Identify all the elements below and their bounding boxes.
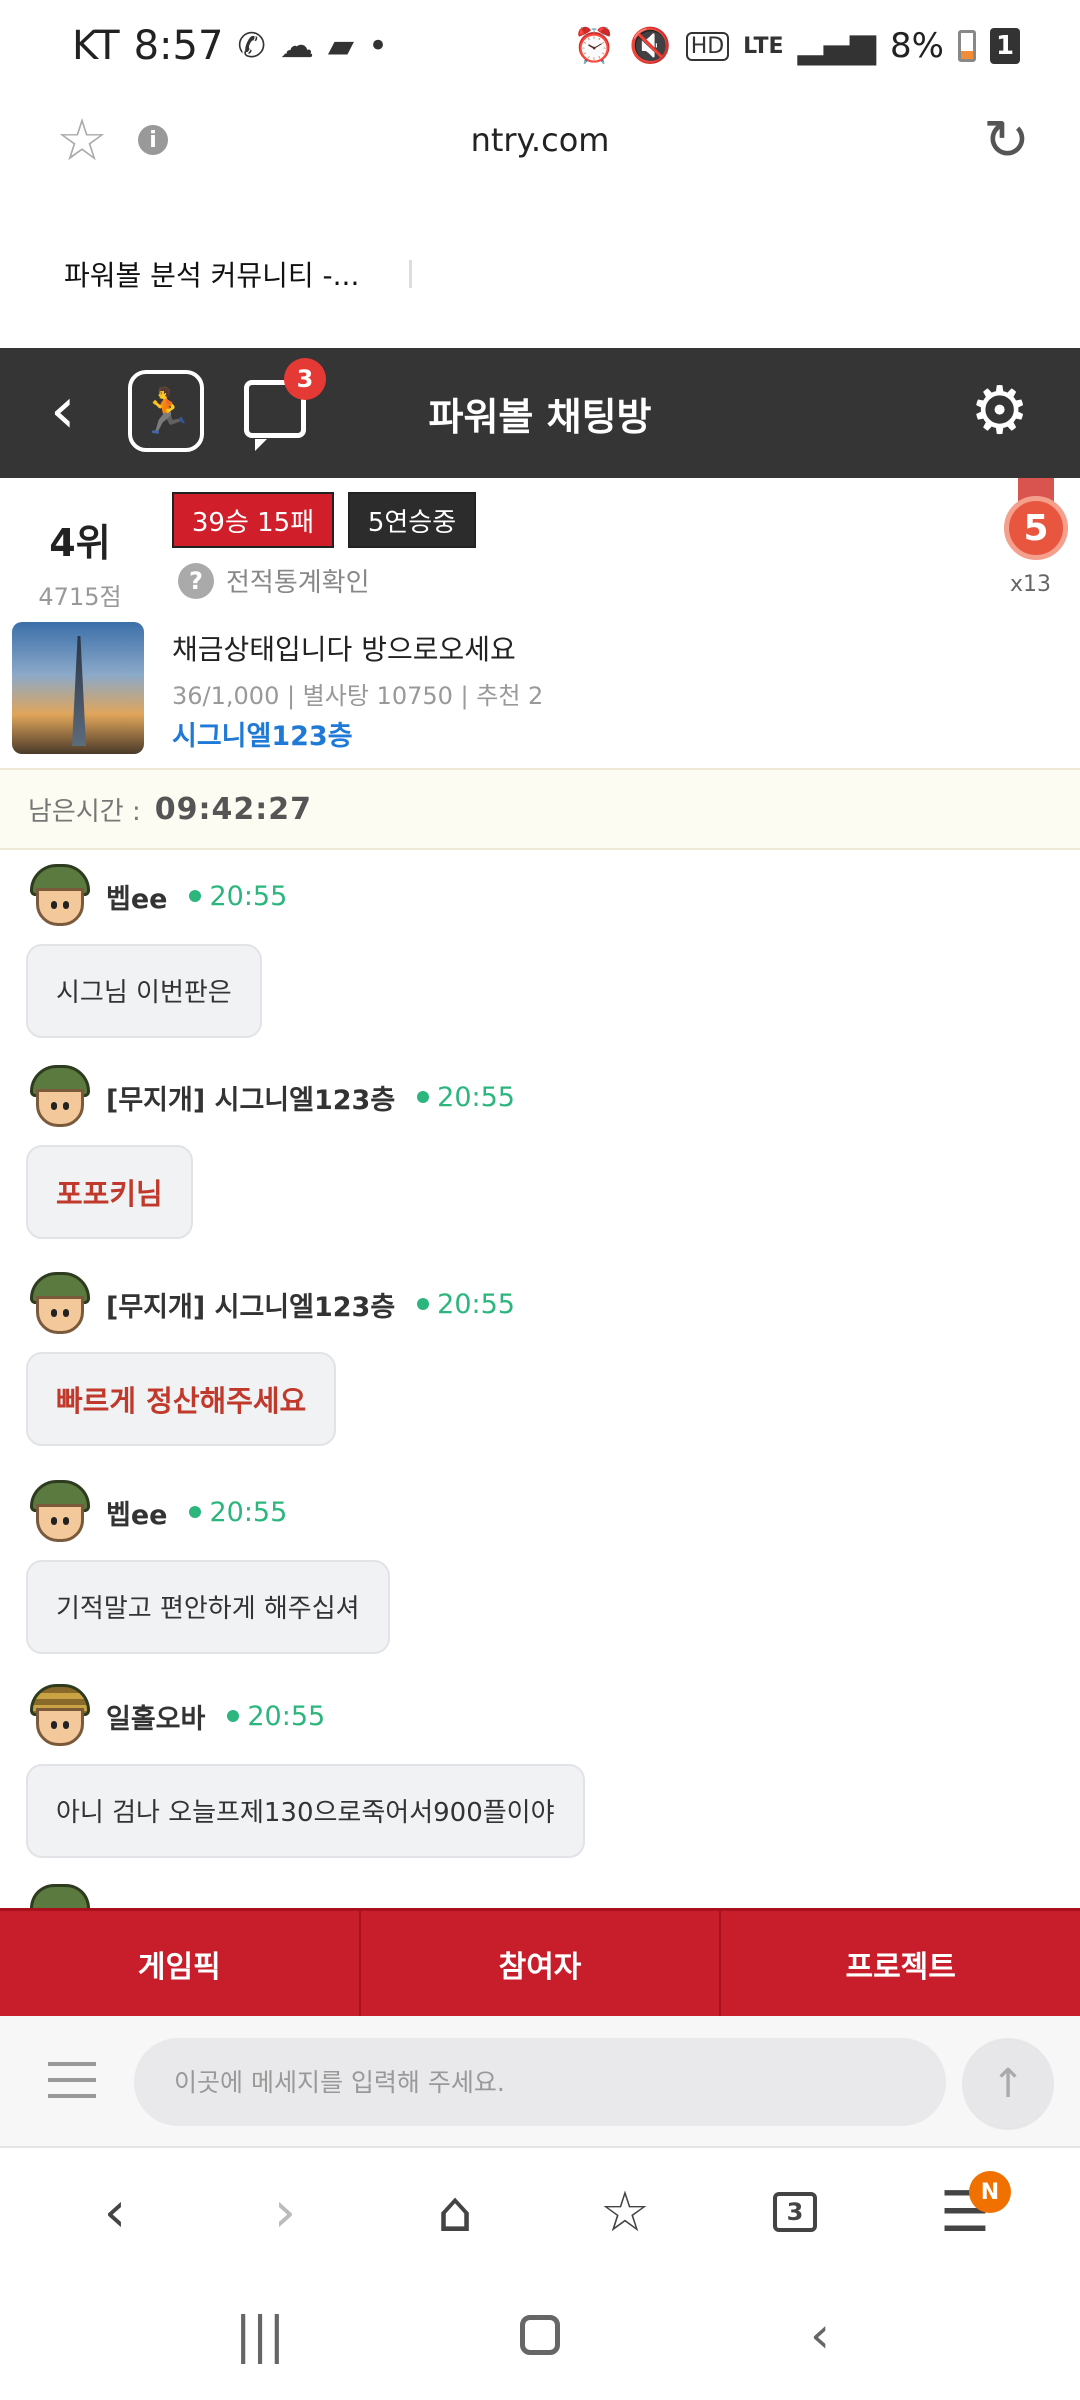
stats-link-label: 전적통계확인 bbox=[226, 568, 370, 598]
avatar[interactable] bbox=[26, 1065, 94, 1129]
message-nick[interactable]: 일홀오바 bbox=[106, 1697, 205, 1736]
status-bar: KT 8:57 ✆ ☁ ▰ • ⏰ 🔇 HD LTE ▂▄▆ 8% 1 bbox=[0, 0, 1080, 92]
app-header: ‹ 🏃 3 파워볼 채팅방 ⚙ bbox=[0, 348, 1080, 478]
timer-label: 남은시간 : bbox=[28, 796, 141, 827]
back-arrow-icon[interactable]: ‹ bbox=[50, 376, 76, 446]
chat-message: 벱ee 20:55 기적말고 편안하게 해주십셔 bbox=[26, 1480, 1066, 1654]
message-bubble: 기적말고 편안하게 해주십셔 bbox=[26, 1560, 390, 1654]
rank-block: 4위 4715점 bbox=[38, 512, 122, 612]
record-badge: 39승 15패 bbox=[172, 492, 334, 548]
chat-message: 벱ee 20:55 시그님 이번판은 bbox=[26, 864, 1066, 1038]
hd-icon: HD bbox=[685, 31, 730, 61]
room-meta: 36/1,000 | 별사탕 10750 | 추천 2 bbox=[172, 682, 544, 710]
reload-icon[interactable]: ↻ bbox=[983, 108, 1030, 173]
message-input-bar: ↑ bbox=[0, 2016, 1080, 2148]
message-time: 20:55 bbox=[247, 1700, 326, 1732]
battery-icon bbox=[958, 30, 976, 62]
notification-count-badge: 1 bbox=[990, 28, 1020, 64]
volte-icon: ✆ bbox=[237, 26, 266, 66]
site-info-icon[interactable]: i bbox=[138, 125, 168, 155]
message-time: 20:55 bbox=[209, 880, 288, 912]
avatar[interactable] bbox=[26, 864, 94, 928]
message-time: 20:55 bbox=[437, 1288, 515, 1320]
tab-game-pick[interactable]: 게임픽 bbox=[0, 1911, 361, 2016]
message-nick[interactable]: [무지개] 시그니엘123층 bbox=[106, 1285, 395, 1324]
system-nav-bar: ||| ‹ bbox=[0, 2290, 1080, 2380]
browser-nav-bar: ‹ › ⌂ ☆ 3 ☰ N bbox=[0, 2150, 1080, 2274]
message-bubble: 포포키님 bbox=[26, 1145, 193, 1239]
chat-message: [무지개] 시그니엘123층 20:55 포포키님 bbox=[26, 1065, 1066, 1239]
message-nick[interactable]: 벱ee bbox=[106, 1493, 167, 1532]
message-bubble: 시그님 이번판은 bbox=[26, 944, 262, 1038]
note-icon: ▰ bbox=[327, 26, 355, 66]
medal-count: x13 bbox=[1010, 572, 1052, 597]
hamburger-menu-icon[interactable] bbox=[48, 2062, 96, 2098]
timer-value: 09:42:27 bbox=[154, 791, 312, 827]
tabs-button[interactable]: 3 bbox=[735, 2167, 855, 2257]
menu-badge: N bbox=[969, 2171, 1011, 2213]
medal-level: 5 bbox=[1004, 496, 1068, 560]
avatar bbox=[30, 1884, 90, 1908]
lte-icon: LTE bbox=[743, 33, 784, 59]
url-bar: ☆ i ntry.com ↻ bbox=[0, 92, 1080, 188]
runner-icon[interactable]: 🏃 bbox=[128, 370, 204, 452]
tab-divider bbox=[409, 260, 413, 288]
send-arrow-icon[interactable]: ↑ bbox=[962, 2038, 1054, 2130]
streak-badge: 5연승중 bbox=[348, 492, 476, 548]
chat-badge: 3 bbox=[284, 358, 326, 400]
message-time: 20:55 bbox=[209, 1496, 288, 1528]
signal-icon: ▂▄▆ bbox=[797, 26, 877, 66]
bookmarks-icon[interactable]: ☆ bbox=[565, 2167, 685, 2257]
mute-icon: 🔇 bbox=[629, 26, 672, 66]
bookmark-star-icon[interactable]: ☆ bbox=[56, 106, 108, 174]
message-bubble: 빠르게 정산해주세요 bbox=[26, 1352, 337, 1446]
message-nick[interactable]: [무지개] 시그니엘123층 bbox=[106, 1078, 395, 1117]
battery-percent: 8% bbox=[890, 26, 944, 66]
tab-count: 3 bbox=[773, 2192, 817, 2232]
system-home-icon[interactable] bbox=[490, 2315, 590, 2355]
clock: 8:57 bbox=[133, 23, 224, 69]
home-icon[interactable]: ⌂ bbox=[395, 2167, 515, 2257]
room-title: 채금상태입니다 방으로오세요 bbox=[172, 633, 516, 666]
recents-icon[interactable]: ||| bbox=[210, 2306, 310, 2364]
alarm-icon: ⏰ bbox=[573, 26, 616, 66]
back-icon[interactable]: ‹ bbox=[55, 2167, 175, 2257]
avatar[interactable] bbox=[26, 1684, 94, 1748]
rank-position: 4위 bbox=[49, 521, 111, 565]
message-input[interactable] bbox=[134, 2038, 946, 2126]
message-nick[interactable]: 벱ee bbox=[106, 877, 167, 916]
tab-title[interactable]: 파워볼 분석 커뮤니티 -... bbox=[64, 254, 359, 294]
menu-icon[interactable]: ☰ N bbox=[905, 2167, 1025, 2257]
room-owner-link[interactable]: 시그니엘123층 bbox=[172, 714, 353, 753]
tab-participants[interactable]: 참여자 bbox=[361, 1911, 722, 2016]
question-icon: ? bbox=[178, 562, 214, 599]
online-dot bbox=[417, 1298, 430, 1310]
chat-message: 일홀오바 20:55 아니 검나 오늘프제130으로죽어서900플이야 bbox=[26, 1684, 1066, 1858]
room-thumbnail[interactable] bbox=[12, 622, 144, 754]
online-dot bbox=[189, 890, 202, 902]
online-dot bbox=[417, 1091, 430, 1103]
message-time: 20:55 bbox=[437, 1081, 515, 1113]
forward-icon[interactable]: › bbox=[225, 2167, 345, 2257]
carrier-label: KT bbox=[72, 23, 120, 69]
rank-points: 4715점 bbox=[38, 583, 122, 611]
bottom-tab-bar: 게임픽 참여자 프로젝트 bbox=[0, 1908, 1080, 2016]
tab-strip: 파워볼 분석 커뮤니티 -... bbox=[0, 236, 1080, 312]
remaining-time-bar: 남은시간 : 09:42:27 bbox=[0, 768, 1080, 850]
stats-link[interactable]: ? 전적통계확인 bbox=[178, 562, 370, 599]
message-bubble: 아니 검나 오늘프제130으로죽어서900플이야 bbox=[26, 1764, 585, 1858]
dot-icon: • bbox=[368, 26, 389, 66]
chat-message: [무지개] 시그니엘123층 20:55 빠르게 정산해주세요 bbox=[26, 1272, 1066, 1446]
medal-icon: 5 bbox=[1000, 478, 1072, 578]
system-back-icon[interactable]: ‹ bbox=[770, 2306, 870, 2364]
online-dot bbox=[227, 1710, 240, 1722]
cloud-icon: ☁ bbox=[279, 26, 314, 66]
online-dot bbox=[189, 1506, 202, 1518]
avatar[interactable] bbox=[26, 1480, 94, 1544]
gear-icon[interactable]: ⚙ bbox=[970, 376, 1029, 446]
tab-project[interactable]: 프로젝트 bbox=[721, 1911, 1080, 2016]
avatar[interactable] bbox=[26, 1272, 94, 1336]
